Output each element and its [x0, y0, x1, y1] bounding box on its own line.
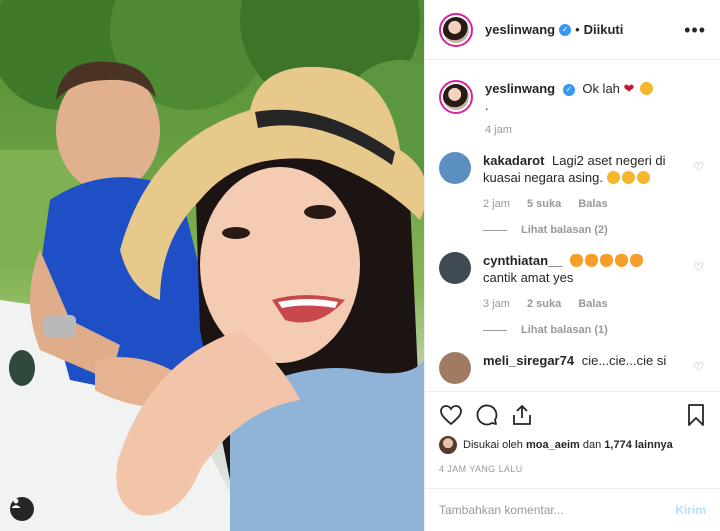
share-upload-icon[interactable]	[511, 403, 533, 427]
follow-button[interactable]: Diikuti	[584, 22, 624, 37]
cat-face-emoji-icon	[615, 254, 629, 267]
add-comment-bar: Kirim	[425, 488, 720, 531]
comment-likes[interactable]: 2 suka	[527, 298, 561, 310]
view-replies-button[interactable]: Lihat balasan (1)	[483, 324, 706, 336]
liker-username[interactable]: moa_aeim	[526, 439, 580, 451]
view-replies-label: Lihat balasan (2)	[521, 224, 608, 236]
post-header: yeslinwang ✓ • Diikuti •••	[425, 0, 720, 60]
comment-item: kakadarot Lagi2 aset negeri di kuasai ne…	[439, 152, 706, 210]
screaming-face-emoji-icon	[606, 171, 620, 184]
caption-text: Ok lah	[582, 81, 620, 96]
likes-middle: dan	[582, 439, 602, 451]
post-photo[interactable]	[0, 0, 424, 531]
cat-face-emoji-icon	[585, 254, 599, 267]
comment-bubble-icon[interactable]	[475, 403, 499, 427]
comment-likes[interactable]: 5 suka	[527, 198, 561, 210]
replies-divider-line	[483, 229, 507, 231]
comments-list[interactable]: yeslinwang ✓ Ok lah ❤ . 4 jam kakadarot …	[425, 60, 720, 391]
post-timestamp[interactable]: 4 JAM YANG LALU	[439, 464, 706, 474]
post-comment-button[interactable]: Kirim	[675, 503, 706, 517]
caption-username[interactable]: yeslinwang	[485, 81, 555, 96]
cat-face-emoji-icon	[570, 254, 584, 267]
more-horizontal-icon[interactable]: •••	[684, 21, 706, 39]
caption-time[interactable]: 4 jam	[485, 124, 512, 136]
author-username[interactable]: yeslinwang	[485, 22, 555, 37]
comment-text: cantik amat yes	[483, 270, 574, 285]
commenter-username[interactable]: kakadarot	[483, 153, 544, 168]
likes-count[interactable]: 1,774 lainnya	[604, 439, 673, 451]
commenter-username[interactable]: cynthiatan__	[483, 253, 562, 268]
screaming-face-emoji-icon	[636, 171, 650, 184]
view-replies-button[interactable]: Lihat balasan (2)	[483, 224, 706, 236]
comment-time[interactable]: 2 jam	[483, 198, 510, 210]
caption-avatar[interactable]	[439, 80, 473, 114]
reply-button[interactable]: Balas	[578, 298, 607, 310]
post-actions: Disukai oleh moa_aeim dan 1,774 lainnya …	[425, 391, 720, 488]
commenter-avatar[interactable]	[439, 252, 471, 284]
post-sidebar: yeslinwang ✓ • Diikuti ••• yeslinwang ✓ …	[424, 0, 720, 531]
heart-emoji-icon: ❤	[623, 81, 635, 96]
cat-face-emoji-icon	[630, 254, 644, 267]
replies-divider-line	[483, 329, 507, 331]
photo-illustration	[0, 0, 424, 531]
liker-avatar	[439, 436, 457, 454]
like-heart-icon[interactable]	[439, 404, 463, 426]
smiling-face-emoji-icon	[640, 82, 654, 95]
view-replies-label: Lihat balasan (1)	[521, 324, 608, 336]
tagged-users-button[interactable]	[10, 497, 34, 521]
screaming-face-emoji-icon	[621, 171, 635, 184]
reply-button[interactable]: Balas	[578, 198, 607, 210]
like-comment-heart-icon[interactable]: ♡	[693, 360, 704, 374]
comment-item: meli_siregar74 cie...cie...cie si ♡	[439, 352, 706, 384]
comment-text: cie...cie...cie si	[581, 353, 667, 368]
verified-badge-icon: ✓	[562, 83, 575, 96]
bookmark-save-icon[interactable]	[686, 403, 706, 427]
cat-face-emoji-icon	[600, 254, 614, 267]
caption-second-line: .	[485, 98, 489, 113]
likes-prefix: Disukai oleh	[463, 439, 523, 451]
separator-dot: •	[575, 22, 580, 37]
likes-summary[interactable]: Disukai oleh moa_aeim dan 1,774 lainnya	[439, 436, 706, 454]
like-comment-heart-icon[interactable]: ♡	[693, 160, 704, 174]
comment-input[interactable]	[439, 503, 676, 517]
comment-item: cynthiatan__ cantik amat yes 3 jam 2 suk…	[439, 252, 706, 310]
verified-badge-icon: ✓	[559, 23, 572, 36]
like-comment-heart-icon[interactable]: ♡	[693, 260, 704, 274]
person-icon	[11, 498, 21, 508]
commenter-avatar[interactable]	[439, 352, 471, 384]
commenter-username[interactable]: meli_siregar74	[483, 353, 574, 368]
comment-time[interactable]: 3 jam	[483, 298, 510, 310]
post-caption: yeslinwang ✓ Ok lah ❤ . 4 jam	[439, 80, 706, 136]
author-avatar[interactable]	[439, 12, 473, 47]
commenter-avatar[interactable]	[439, 152, 471, 184]
